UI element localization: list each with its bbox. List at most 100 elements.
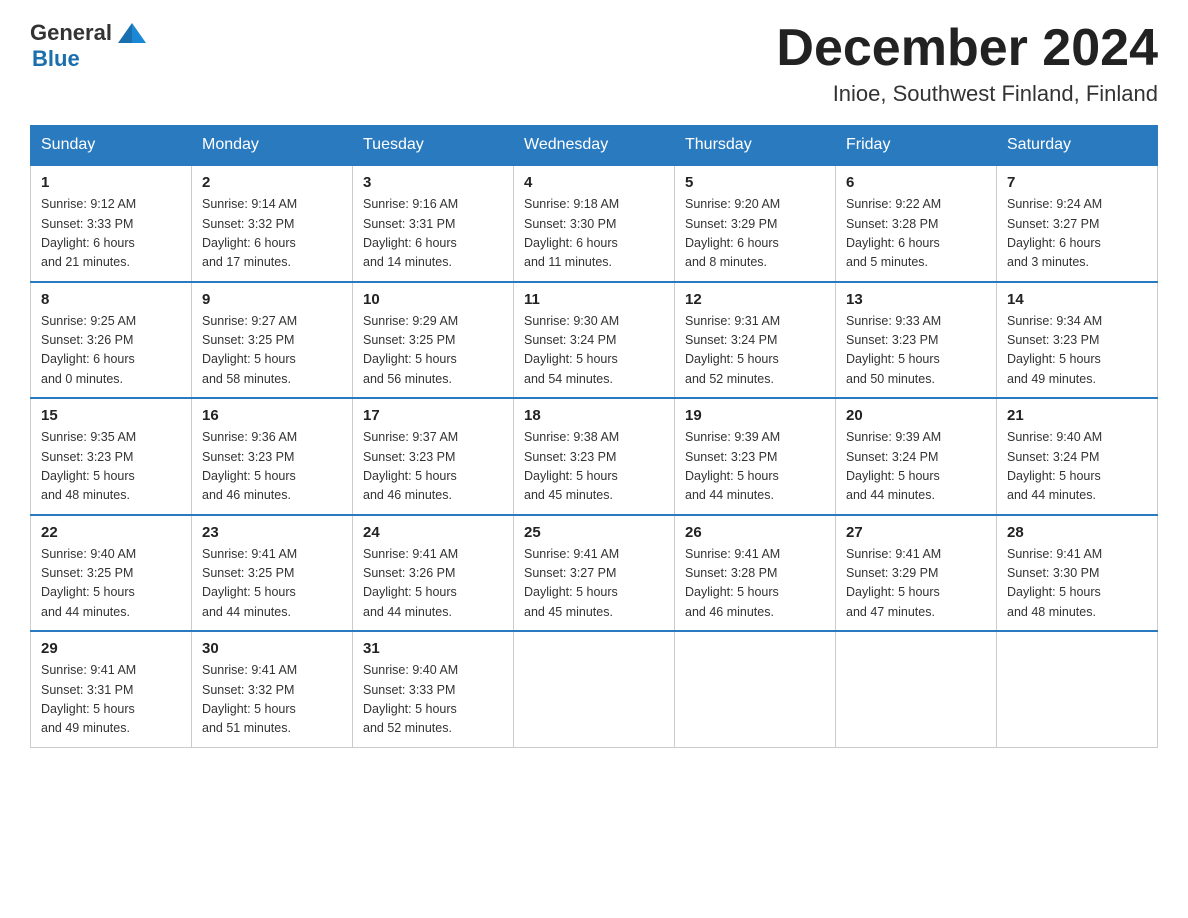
calendar-cell	[997, 631, 1158, 747]
calendar-cell: 2 Sunrise: 9:14 AMSunset: 3:32 PMDaylight…	[192, 165, 353, 282]
day-number: 21	[1007, 407, 1147, 424]
calendar-cell: 10Sunrise: 9:29 AMSunset: 3:25 PMDayligh…	[353, 282, 514, 399]
day-info: Sunrise: 9:40 AMSunset: 3:33 PMDaylight:…	[363, 661, 503, 739]
day-info: Sunrise: 9:40 AMSunset: 3:24 PMDaylight:…	[1007, 428, 1147, 506]
day-number: 12	[685, 291, 825, 308]
day-info: Sunrise: 9:41 AMSunset: 3:28 PMDaylight:…	[685, 545, 825, 623]
day-number: 17	[363, 407, 503, 424]
calendar-week-row: 8 Sunrise: 9:25 AMSunset: 3:26 PMDaylight…	[31, 282, 1158, 399]
day-number: 27	[846, 524, 986, 541]
day-number: 25	[524, 524, 664, 541]
calendar-cell: 31 Sunrise: 9:40 AMSunset: 3:33 PMDayligh…	[353, 631, 514, 747]
day-number: 23	[202, 524, 342, 541]
calendar-cell: 23Sunrise: 9:41 AMSunset: 3:25 PMDayligh…	[192, 515, 353, 632]
day-number: 18	[524, 407, 664, 424]
calendar-cell: 22Sunrise: 9:40 AMSunset: 3:25 PMDayligh…	[31, 515, 192, 632]
header-day-friday: Friday	[836, 126, 997, 166]
day-info: Sunrise: 9:12 AMSunset: 3:33 PMDaylight:…	[41, 195, 181, 273]
calendar-cell: 8 Sunrise: 9:25 AMSunset: 3:26 PMDaylight…	[31, 282, 192, 399]
header-row: SundayMondayTuesdayWednesdayThursdayFrid…	[31, 126, 1158, 166]
day-number: 14	[1007, 291, 1147, 308]
calendar-cell: 11Sunrise: 9:30 AMSunset: 3:24 PMDayligh…	[514, 282, 675, 399]
day-number: 19	[685, 407, 825, 424]
calendar-cell	[836, 631, 997, 747]
day-info: Sunrise: 9:14 AMSunset: 3:32 PMDaylight:…	[202, 195, 342, 273]
title-area: December 2024 Inioe, Southwest Finland, …	[776, 20, 1158, 107]
calendar-cell: 7Sunrise: 9:24 AMSunset: 3:27 PMDaylight…	[997, 165, 1158, 282]
day-info: Sunrise: 9:22 AMSunset: 3:28 PMDaylight:…	[846, 195, 986, 273]
day-number: 13	[846, 291, 986, 308]
day-info: Sunrise: 9:24 AMSunset: 3:27 PMDaylight:…	[1007, 195, 1147, 273]
day-info: Sunrise: 9:27 AMSunset: 3:25 PMDaylight:…	[202, 312, 342, 390]
calendar-cell: 25 Sunrise: 9:41 AMSunset: 3:27 PMDayligh…	[514, 515, 675, 632]
calendar-cell: 1Sunrise: 9:12 AMSunset: 3:33 PMDaylight…	[31, 165, 192, 282]
header-day-saturday: Saturday	[997, 126, 1158, 166]
calendar-cell: 5 Sunrise: 9:20 AMSunset: 3:29 PMDaylight…	[675, 165, 836, 282]
day-number: 15	[41, 407, 181, 424]
calendar-cell: 19 Sunrise: 9:39 AMSunset: 3:23 PMDayligh…	[675, 398, 836, 515]
logo-triangle-dark	[118, 23, 132, 43]
calendar-cell: 24 Sunrise: 9:41 AMSunset: 3:26 PMDayligh…	[353, 515, 514, 632]
day-number: 5	[685, 174, 825, 191]
page-subtitle: Inioe, Southwest Finland, Finland	[776, 81, 1158, 107]
day-number: 16	[202, 407, 342, 424]
calendar-cell: 6Sunrise: 9:22 AMSunset: 3:28 PMDaylight…	[836, 165, 997, 282]
day-info: Sunrise: 9:41 AMSunset: 3:31 PMDaylight:…	[41, 661, 181, 739]
calendar-cell: 18 Sunrise: 9:38 AMSunset: 3:23 PMDayligh…	[514, 398, 675, 515]
header-day-thursday: Thursday	[675, 126, 836, 166]
calendar-cell: 12 Sunrise: 9:31 AMSunset: 3:24 PMDayligh…	[675, 282, 836, 399]
logo-triangles	[116, 23, 146, 43]
day-info: Sunrise: 9:41 AMSunset: 3:29 PMDaylight:…	[846, 545, 986, 623]
calendar-body: 1Sunrise: 9:12 AMSunset: 3:33 PMDaylight…	[31, 165, 1158, 747]
calendar-cell: 29 Sunrise: 9:41 AMSunset: 3:31 PMDayligh…	[31, 631, 192, 747]
calendar-week-row: 29 Sunrise: 9:41 AMSunset: 3:31 PMDayligh…	[31, 631, 1158, 747]
day-info: Sunrise: 9:40 AMSunset: 3:25 PMDaylight:…	[41, 545, 181, 623]
calendar-cell: 16Sunrise: 9:36 AMSunset: 3:23 PMDayligh…	[192, 398, 353, 515]
calendar-cell: 30Sunrise: 9:41 AMSunset: 3:32 PMDayligh…	[192, 631, 353, 747]
calendar-cell: 20 Sunrise: 9:39 AMSunset: 3:24 PMDayligh…	[836, 398, 997, 515]
day-number: 31	[363, 640, 503, 657]
day-info: Sunrise: 9:31 AMSunset: 3:24 PMDaylight:…	[685, 312, 825, 390]
day-info: Sunrise: 9:41 AMSunset: 3:26 PMDaylight:…	[363, 545, 503, 623]
header-day-sunday: Sunday	[31, 126, 192, 166]
header-day-tuesday: Tuesday	[353, 126, 514, 166]
day-number: 28	[1007, 524, 1147, 541]
calendar-cell	[514, 631, 675, 747]
calendar-week-row: 15 Sunrise: 9:35 AMSunset: 3:23 PMDayligh…	[31, 398, 1158, 515]
day-info: Sunrise: 9:35 AMSunset: 3:23 PMDaylight:…	[41, 428, 181, 506]
day-info: Sunrise: 9:33 AMSunset: 3:23 PMDaylight:…	[846, 312, 986, 390]
day-number: 2	[202, 174, 342, 191]
day-info: Sunrise: 9:16 AMSunset: 3:31 PMDaylight:…	[363, 195, 503, 273]
logo-triangle-light	[132, 23, 146, 43]
day-info: Sunrise: 9:41 AMSunset: 3:32 PMDaylight:…	[202, 661, 342, 739]
logo: General Blue	[30, 20, 146, 72]
calendar-cell: 28 Sunrise: 9:41 AMSunset: 3:30 PMDayligh…	[997, 515, 1158, 632]
day-info: Sunrise: 9:39 AMSunset: 3:23 PMDaylight:…	[685, 428, 825, 506]
logo-blue-text: Blue	[32, 46, 146, 72]
day-info: Sunrise: 9:38 AMSunset: 3:23 PMDaylight:…	[524, 428, 664, 506]
calendar-week-row: 1Sunrise: 9:12 AMSunset: 3:33 PMDaylight…	[31, 165, 1158, 282]
calendar-cell: 21 Sunrise: 9:40 AMSunset: 3:24 PMDayligh…	[997, 398, 1158, 515]
day-number: 29	[41, 640, 181, 657]
day-number: 26	[685, 524, 825, 541]
header-day-monday: Monday	[192, 126, 353, 166]
calendar-cell: 17 Sunrise: 9:37 AMSunset: 3:23 PMDayligh…	[353, 398, 514, 515]
day-info: Sunrise: 9:41 AMSunset: 3:30 PMDaylight:…	[1007, 545, 1147, 623]
day-number: 10	[363, 291, 503, 308]
calendar-cell: 3Sunrise: 9:16 AMSunset: 3:31 PMDaylight…	[353, 165, 514, 282]
page-title: December 2024	[776, 20, 1158, 77]
calendar-week-row: 22Sunrise: 9:40 AMSunset: 3:25 PMDayligh…	[31, 515, 1158, 632]
day-number: 20	[846, 407, 986, 424]
day-info: Sunrise: 9:25 AMSunset: 3:26 PMDaylight:…	[41, 312, 181, 390]
calendar-cell: 14Sunrise: 9:34 AMSunset: 3:23 PMDayligh…	[997, 282, 1158, 399]
calendar-cell: 26 Sunrise: 9:41 AMSunset: 3:28 PMDayligh…	[675, 515, 836, 632]
day-info: Sunrise: 9:39 AMSunset: 3:24 PMDaylight:…	[846, 428, 986, 506]
day-number: 24	[363, 524, 503, 541]
day-info: Sunrise: 9:20 AMSunset: 3:29 PMDaylight:…	[685, 195, 825, 273]
calendar-cell: 4Sunrise: 9:18 AMSunset: 3:30 PMDaylight…	[514, 165, 675, 282]
logo-general-text: General	[30, 20, 112, 46]
day-info: Sunrise: 9:41 AMSunset: 3:27 PMDaylight:…	[524, 545, 664, 623]
day-number: 9	[202, 291, 342, 308]
day-info: Sunrise: 9:37 AMSunset: 3:23 PMDaylight:…	[363, 428, 503, 506]
day-number: 8	[41, 291, 181, 308]
